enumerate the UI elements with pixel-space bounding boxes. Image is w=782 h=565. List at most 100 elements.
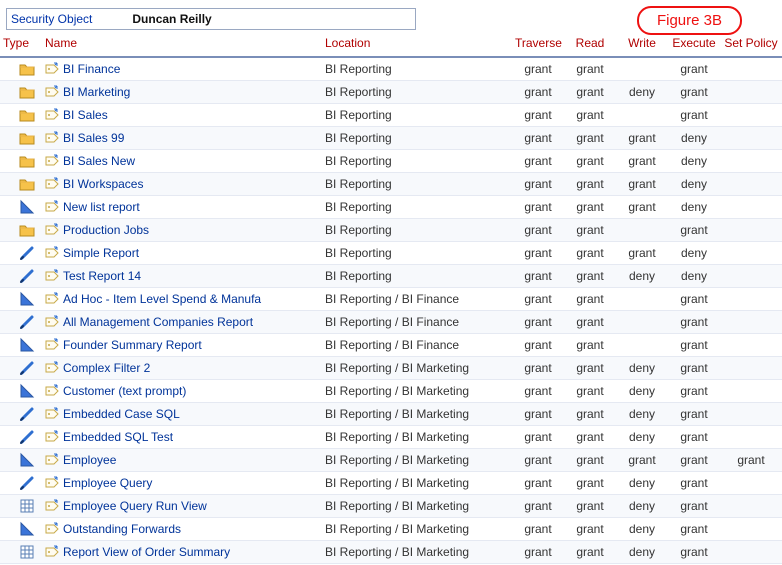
security-object-label: Security Object [11,12,132,26]
table-row[interactable]: Employee QueryBI Reporting / BI Marketin… [0,472,782,495]
col-location[interactable]: Location [322,32,512,57]
table-row[interactable]: Embedded SQL TestBI Reporting / BI Marke… [0,426,782,449]
name-link[interactable]: Outstanding Forwards [63,522,181,536]
name-link[interactable]: Employee Query Run View [63,499,207,513]
table-row[interactable]: Simple ReportBI Reportinggrantgrantgrant… [0,242,782,265]
table-row[interactable]: BI MarketingBI Reportinggrantgrantdenygr… [0,81,782,104]
execute-cell: grant [668,288,720,311]
table-row[interactable]: Test Report 14BI Reportinggrantgrantdeny… [0,265,782,288]
col-write[interactable]: Write [616,32,668,57]
name-link[interactable]: Complex Filter 2 [63,361,150,375]
write-cell: deny [616,81,668,104]
write-cell: grant [616,173,668,196]
setpolicy-cell [720,380,782,403]
pen-icon [19,475,35,491]
name-link[interactable]: Production Jobs [63,223,149,237]
table-row[interactable]: Customer (text prompt)BI Reporting / BI … [0,380,782,403]
grid-icon [19,544,35,560]
col-name[interactable]: Name [42,32,322,57]
type-cell [0,265,42,288]
table-row[interactable]: New list reportBI Reportinggrantgrantgra… [0,196,782,219]
table-row[interactable]: Outstanding Forwards BI Reporting / BI Ma… [0,518,782,541]
name-cell: Ad Hoc - Item Level Spend & Manufa [42,288,322,311]
setpolicy-cell [720,403,782,426]
location-cell: BI Reporting / BI Marketing [322,495,512,518]
name-link[interactable]: BI Sales [63,108,108,122]
traverse-cell: grant [512,380,564,403]
traverse-cell: grant [512,495,564,518]
table-row[interactable]: Embedded Case SQLBI Reporting / BI Marke… [0,403,782,426]
name-link[interactable]: Customer (text prompt) [63,384,186,398]
traverse-cell: grant [512,104,564,127]
table-row[interactable]: Employee Query Run View BI Reporting / BI… [0,495,782,518]
table-row[interactable]: BI Sales 99BI Reportinggrantgrantgrantde… [0,127,782,150]
table-row[interactable]: Production JobsBI Reportinggrantgrantgra… [0,219,782,242]
execute-cell: deny [668,242,720,265]
setpolicy-cell [720,242,782,265]
location-cell: BI Reporting / BI Marketing [322,518,512,541]
table-row[interactable]: All Management Companies ReportBI Report… [0,311,782,334]
name-link[interactable]: Employee Query [63,476,152,490]
name-link[interactable]: BI Workspaces [63,177,143,191]
name-link[interactable]: BI Sales New [63,154,135,168]
permissions-table: Type Name Location Traverse Read Write E… [0,32,782,564]
tag-icon [45,360,61,376]
tag-icon [45,130,61,146]
name-link[interactable]: Test Report 14 [63,269,141,283]
read-cell: grant [564,472,616,495]
write-cell [616,334,668,357]
name-link[interactable]: New list report [63,200,140,214]
col-read[interactable]: Read [564,32,616,57]
table-row[interactable]: EmployeeBI Reporting / BI Marketinggrant… [0,449,782,472]
name-link[interactable]: Report View of Order Summary [63,545,230,559]
name-link[interactable]: All Management Companies Report [63,315,253,329]
table-row[interactable]: BI SalesBI Reportinggrantgrantgrant [0,104,782,127]
name-cell: Complex Filter 2 [42,357,322,380]
col-type[interactable]: Type [0,32,42,57]
type-cell [0,196,42,219]
traverse-cell: grant [512,357,564,380]
name-link[interactable]: Founder Summary Report [63,338,202,352]
table-row[interactable]: BI FinanceBI Reportinggrantgrantgrant [0,57,782,81]
triangle-icon [19,452,35,468]
name-link[interactable]: Ad Hoc - Item Level Spend & Manufa [63,292,261,306]
read-cell: grant [564,219,616,242]
col-execute[interactable]: Execute [668,32,720,57]
write-cell: grant [616,242,668,265]
table-row[interactable]: Ad Hoc - Item Level Spend & Manufa BI Rep… [0,288,782,311]
type-cell [0,242,42,265]
write-cell [616,311,668,334]
location-cell: BI Reporting / BI Finance [322,288,512,311]
name-link[interactable]: Employee [63,453,116,467]
traverse-cell: grant [512,541,564,564]
setpolicy-cell [720,334,782,357]
name-link[interactable]: BI Marketing [63,85,130,99]
location-cell: BI Reporting [322,127,512,150]
table-row[interactable]: Complex Filter 2BI Reporting / BI Market… [0,357,782,380]
name-link[interactable]: Simple Report [63,246,139,260]
name-link[interactable]: Embedded Case SQL [63,407,180,421]
name-link[interactable]: BI Sales 99 [63,131,124,145]
write-cell [616,104,668,127]
col-setpolicy[interactable]: Set Policy [720,32,782,57]
name-cell: Report View of Order Summary [42,541,322,564]
name-cell: BI Sales [42,104,322,127]
execute-cell: grant [668,104,720,127]
location-cell: BI Reporting / BI Finance [322,334,512,357]
write-cell: deny [616,518,668,541]
table-row[interactable]: BI Sales NewBI Reportinggrantgrantgrantd… [0,150,782,173]
type-cell [0,173,42,196]
read-cell: grant [564,541,616,564]
name-link[interactable]: BI Finance [63,62,120,76]
write-cell: deny [616,403,668,426]
setpolicy-cell [720,150,782,173]
table-row[interactable]: BI WorkspacesBI Reportinggrantgrantgrant… [0,173,782,196]
write-cell: deny [616,426,668,449]
type-cell [0,380,42,403]
execute-cell: grant [668,57,720,81]
name-link[interactable]: Embedded SQL Test [63,430,173,444]
location-cell: BI Reporting [322,57,512,81]
table-row[interactable]: Report View of Order SummaryBI Reporting… [0,541,782,564]
col-traverse[interactable]: Traverse [512,32,564,57]
table-row[interactable]: Founder Summary Report BI Reporting / BI … [0,334,782,357]
